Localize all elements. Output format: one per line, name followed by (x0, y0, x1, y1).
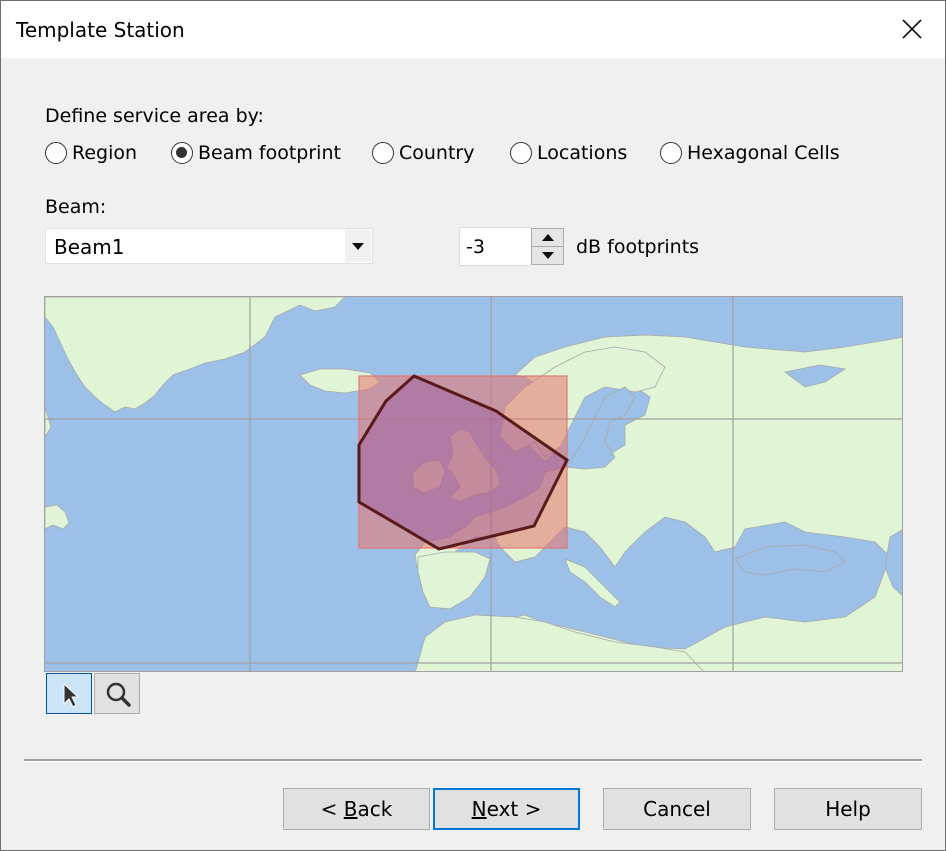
separator-line (24, 759, 922, 762)
radio-label: Beam footprint (198, 142, 341, 164)
arrow-up-icon (542, 234, 554, 241)
window-title: Template Station (16, 18, 185, 42)
spin-down-button[interactable] (531, 246, 564, 265)
db-footprints-label: dB footprints (576, 236, 700, 258)
zoom-tool-button[interactable] (94, 673, 140, 714)
chevron-down-icon (352, 243, 364, 250)
radio-circle[interactable] (45, 142, 67, 164)
radio-dot (176, 147, 187, 158)
cursor-arrow-icon (63, 682, 80, 708)
beam-select-value: Beam1 (54, 235, 125, 259)
radio-label: Region (72, 142, 138, 164)
beam-select[interactable]: Beam1 (45, 228, 373, 264)
help-button[interactable]: Help (774, 788, 922, 830)
arrow-down-icon (542, 252, 554, 259)
template-station-dialog: Template Station Define service area by:… (0, 0, 946, 851)
radio-locations[interactable]: Locations (510, 140, 627, 166)
back-mnemonic: B (343, 797, 358, 821)
back-prefix: < (320, 797, 344, 821)
close-button[interactable] (897, 15, 927, 45)
radio-label: Hexagonal Cells (687, 142, 840, 164)
title-bar: Template Station (1, 1, 945, 58)
next-button[interactable]: Next > (433, 788, 580, 830)
radio-circle[interactable] (660, 142, 682, 164)
radio-circle[interactable] (510, 142, 532, 164)
next-rest: ext > (486, 797, 542, 821)
close-icon (902, 19, 922, 39)
next-mnemonic: N (471, 797, 487, 821)
spin-up-button[interactable] (531, 228, 564, 247)
radio-region[interactable]: Region (45, 140, 137, 166)
cancel-button[interactable]: Cancel (603, 788, 751, 830)
radio-beam-footprint[interactable]: Beam footprint (171, 140, 341, 166)
radio-circle-selected[interactable] (171, 142, 193, 164)
radio-label: Country (399, 142, 475, 164)
radio-country[interactable]: Country (372, 140, 474, 166)
radio-hexagonal-cells[interactable]: Hexagonal Cells (660, 140, 840, 166)
radio-label: Locations (537, 142, 628, 164)
beam-label: Beam: (45, 196, 107, 218)
radio-circle[interactable] (372, 142, 394, 164)
back-button[interactable]: < Back (283, 788, 430, 830)
service-area-label: Define service area by: (45, 105, 264, 127)
footprint-db-input[interactable] (459, 227, 531, 266)
back-rest: ack (357, 797, 393, 821)
map-view[interactable] (44, 296, 903, 672)
map-canvas[interactable] (45, 297, 903, 672)
magnifier-icon (106, 682, 131, 707)
beam-select-dropdown-button[interactable] (345, 230, 371, 262)
pointer-tool-button[interactable] (46, 673, 92, 714)
